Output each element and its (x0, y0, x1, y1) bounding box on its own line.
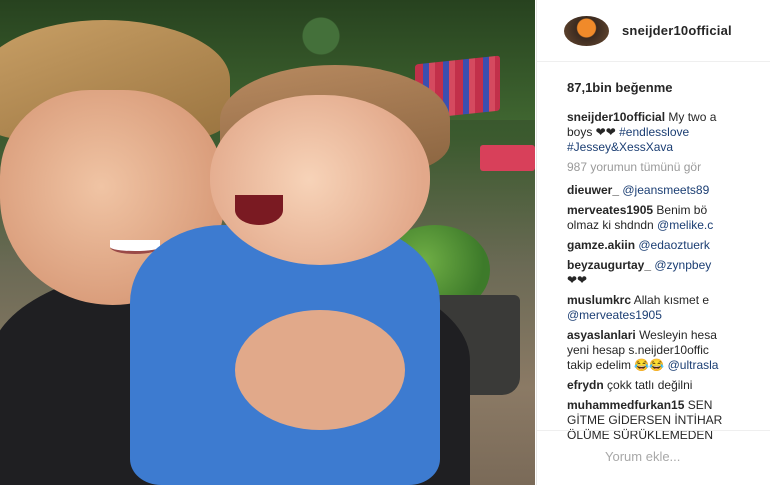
post-side-panel: sneijder10official 87,1bin beğenme sneij… (536, 0, 770, 485)
comment-item: efrydn çokk tatlı değilni (567, 378, 770, 393)
comment-item: dieuwer_ @jeansmeets89 (567, 183, 770, 198)
comment-username[interactable]: muhammedfurkan15 (567, 398, 684, 412)
comment-mention[interactable]: @merveates1905 (567, 308, 662, 322)
comment-text: GİTME GİDERSEN İNTİHAR (567, 413, 723, 427)
comment-mention[interactable]: @melike.c (657, 218, 713, 232)
post-photo (0, 0, 535, 485)
post-username[interactable]: sneijder10official (622, 23, 732, 38)
red-chair (480, 145, 535, 171)
comment-item: merveates1905 Benim bö olmaz ki shdndn @… (567, 203, 770, 233)
comment-username[interactable]: beyzaugurtay_ (567, 258, 651, 272)
comment-text: ❤❤ (567, 273, 588, 287)
comment-text: çokk tatlı değilni (607, 378, 693, 392)
comment-username[interactable]: gamze.akiin (567, 238, 635, 252)
comment-mention[interactable]: @jeansmeets89 (622, 183, 709, 197)
comment-text: yeni hesap s.neijder10offic (567, 343, 709, 357)
comment-text: Benim bö (656, 203, 708, 217)
comment-text: olmaz ki shdndn (567, 218, 658, 232)
baby-face (210, 95, 430, 265)
comment-item: asyaslanlari Wesleyin hesa yeni hesap s.… (567, 328, 770, 373)
avatar[interactable] (564, 15, 609, 46)
add-comment-bar (537, 430, 770, 485)
comment-text: Allah kısmet e (633, 293, 710, 307)
view-all-comments-link[interactable]: 987 yorumun tümünü gör (567, 160, 770, 175)
caption-text: My two a (668, 110, 717, 124)
comment-mention[interactable]: @edaoztuerk (638, 238, 710, 252)
caption-text-2: boys ❤❤ (567, 125, 620, 139)
caption-username[interactable]: sneijder10official (567, 110, 665, 124)
comment-text: SEN (687, 398, 713, 412)
comment-username[interactable]: asyaslanlari (567, 328, 636, 342)
comment-item: gamze.akiin @edaoztuerk (567, 238, 770, 253)
comment-username[interactable]: efrydn (567, 378, 604, 392)
likes-count[interactable]: 87,1bin beğenme (567, 80, 672, 95)
baby-smile (235, 195, 283, 225)
comment-username[interactable]: muslumkrc (567, 293, 631, 307)
comment-text: takip edelim 😂😂 (567, 358, 668, 372)
hashtag-link[interactable]: #Jessey&XessXava (567, 140, 673, 154)
post-header: sneijder10official (537, 0, 770, 62)
comment-item: muslumkrc Allah kısmet e @merveates1905 (567, 293, 770, 323)
comment-text: Wesleyin hesa (639, 328, 717, 342)
comments-list: sneijder10official My two a boys ❤❤ #end… (567, 110, 770, 448)
comment-input[interactable] (605, 449, 755, 464)
comment-mention[interactable]: @ultrasla (668, 358, 719, 372)
caption: sneijder10official My two a boys ❤❤ #end… (567, 110, 770, 155)
comment-username[interactable]: dieuwer_ (567, 183, 619, 197)
boy-arm (235, 310, 405, 430)
comment-item: beyzaugurtay_ @zynpbey ❤❤ (567, 258, 770, 288)
comment-mention[interactable]: @zynpbey (654, 258, 711, 272)
hashtag-link[interactable]: #endlesslove (619, 125, 689, 139)
comment-username[interactable]: merveates1905 (567, 203, 653, 217)
